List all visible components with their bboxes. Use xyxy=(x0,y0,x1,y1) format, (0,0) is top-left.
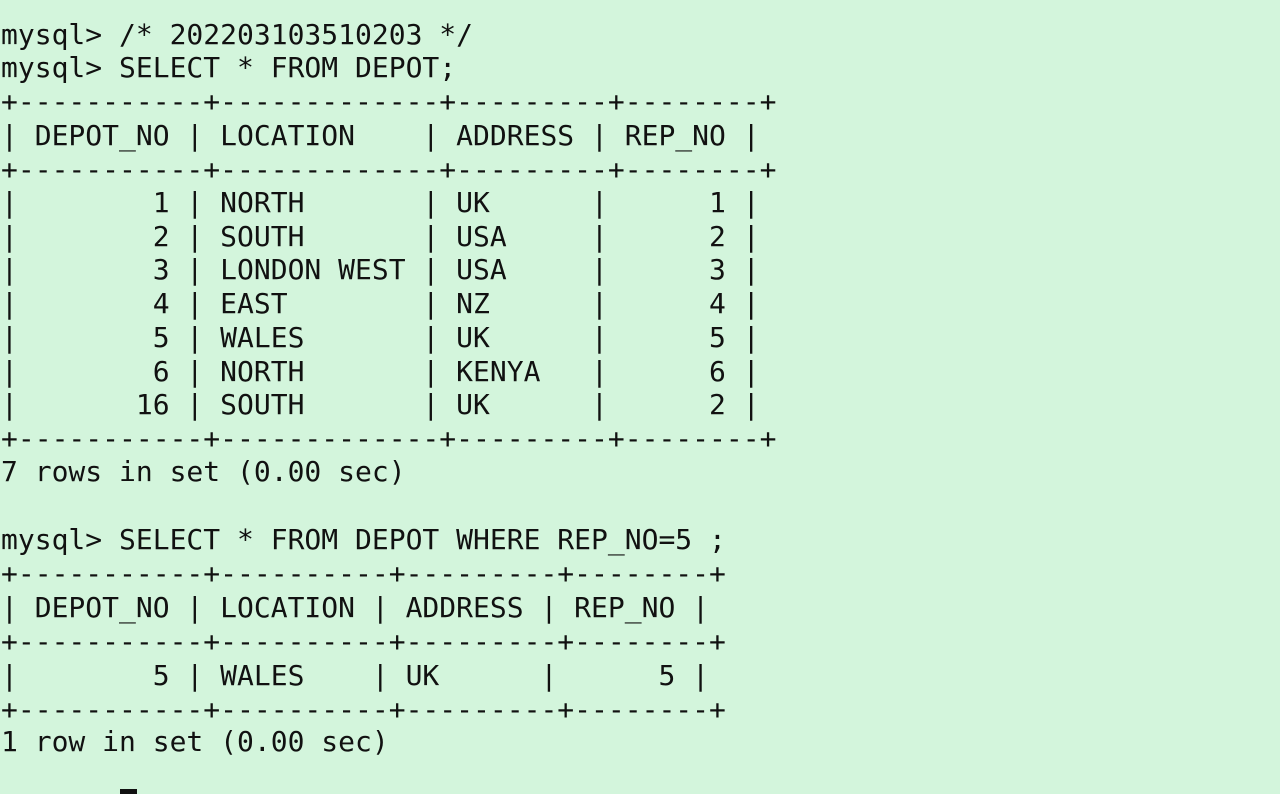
text-cursor xyxy=(120,789,137,794)
table-row: | 1 | NORTH | UK | 1 | xyxy=(1,186,760,219)
table-row: | 2 | SOUTH | USA | 2 | xyxy=(1,220,760,253)
table-row: | 6 | NORTH | KENYA | 6 | xyxy=(1,355,760,388)
table-row: | 5 | WALES | UK | 5 | xyxy=(1,659,710,692)
table-row: | 4 | EAST | NZ | 4 | xyxy=(1,287,760,320)
table-border-bottom: +-----------+----------+---------+------… xyxy=(1,693,726,726)
prompt-select-depot-line: mysql> SELECT * FROM DEPOT; xyxy=(1,51,457,84)
prompt-comment-line: mysql> /* 202203103510203 */ xyxy=(1,18,474,51)
table-header-row: | DEPOT_NO | LOCATION | ADDRESS | REP_NO… xyxy=(1,119,760,152)
result-summary: 1 row in set (0.00 sec) xyxy=(1,725,389,758)
table-header-border: +-----------+----------+---------+------… xyxy=(1,625,726,658)
table-border-top: +-----------+----------+---------+------… xyxy=(1,557,726,590)
prompt-select-where-line: mysql> SELECT * FROM DEPOT WHERE REP_NO=… xyxy=(1,523,726,556)
table-row: | 16 | SOUTH | UK | 2 | xyxy=(1,388,760,421)
mysql-terminal[interactable]: mysql> /* 202203103510203 */ mysql> SELE… xyxy=(0,0,1280,794)
table-border-top: +-----------+-------------+---------+---… xyxy=(1,85,777,118)
table-row: | 3 | LONDON WEST | USA | 3 | xyxy=(1,253,760,286)
table-border-bottom: +-----------+-------------+---------+---… xyxy=(1,422,777,455)
table-header-row: | DEPOT_NO | LOCATION | ADDRESS | REP_NO… xyxy=(1,591,710,624)
table-row: | 5 | WALES | UK | 5 | xyxy=(1,321,760,354)
result-summary: 7 rows in set (0.00 sec) xyxy=(1,455,406,488)
table-header-border: +-----------+-------------+---------+---… xyxy=(1,153,777,186)
